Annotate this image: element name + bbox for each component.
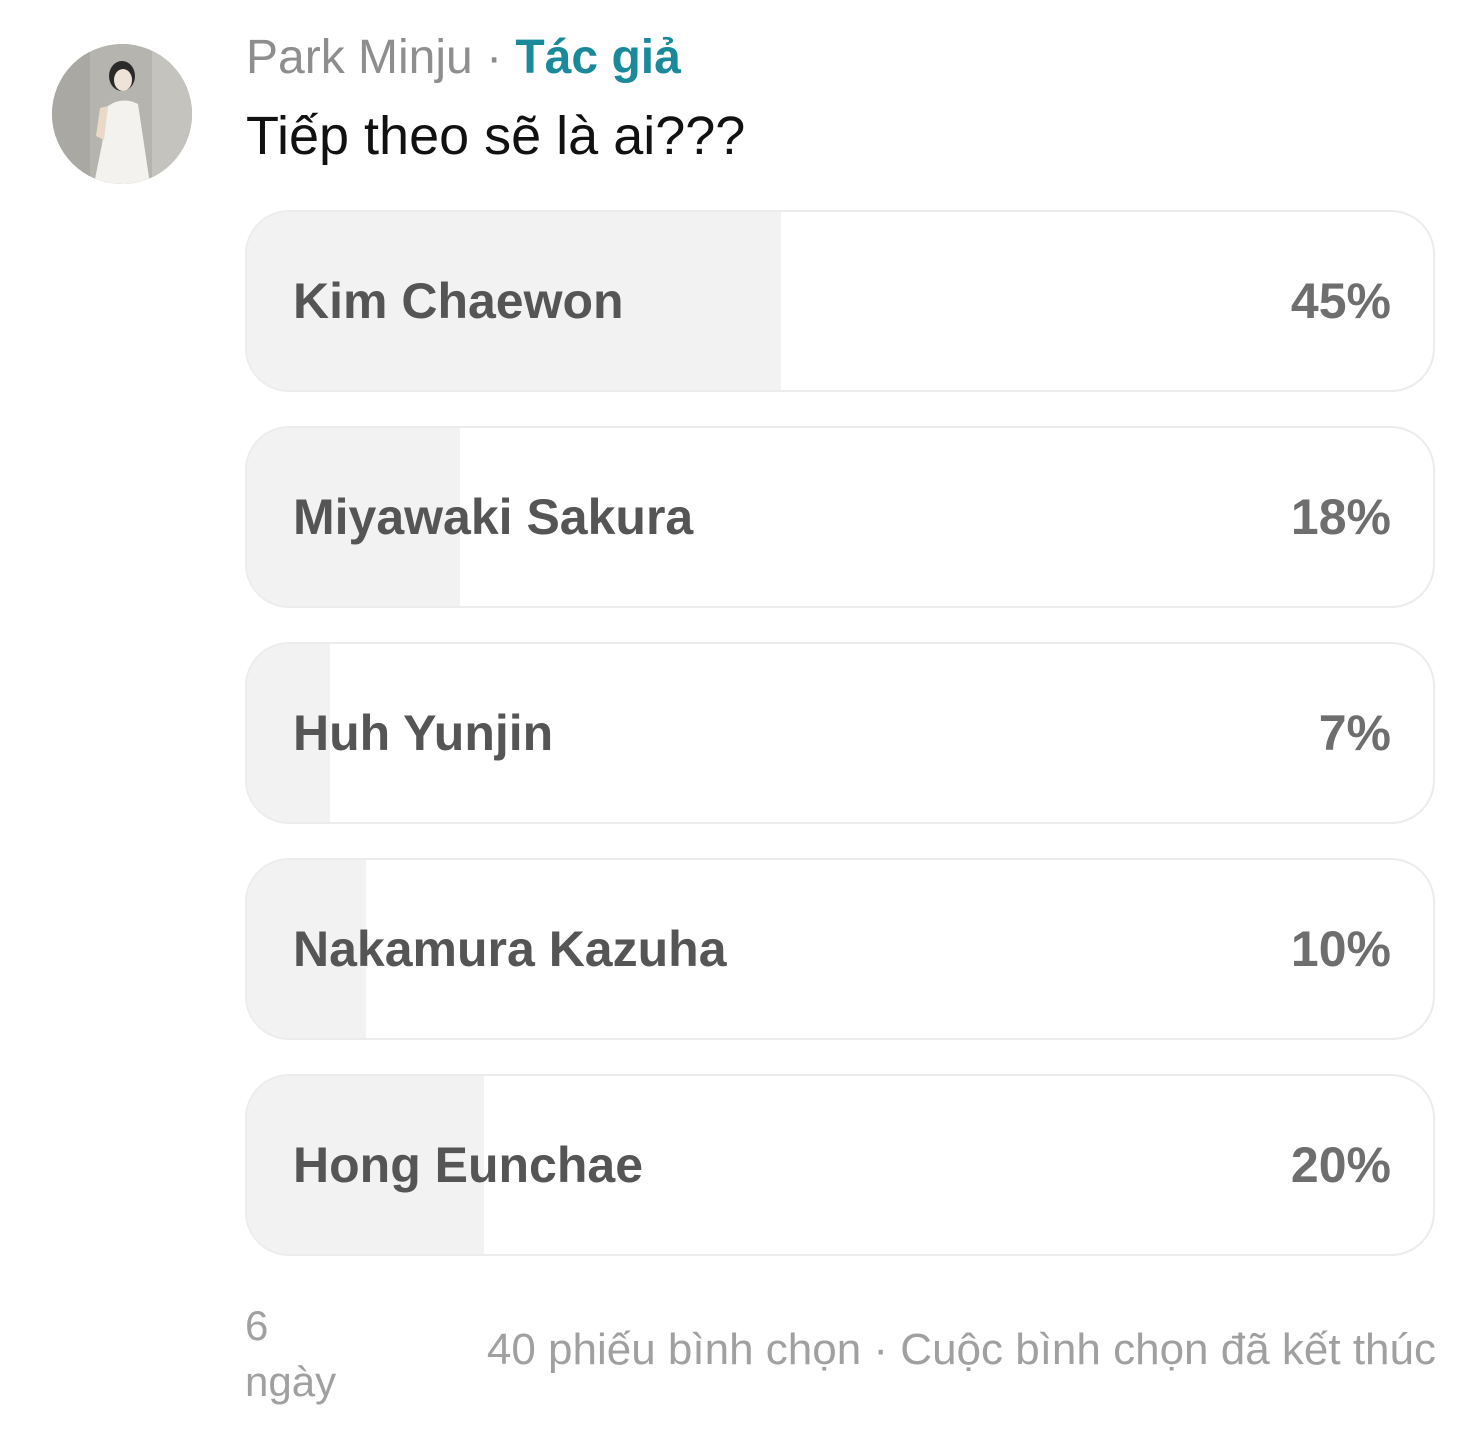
poll-option-percent: 10% xyxy=(1290,921,1391,977)
poll-option-percent: 20% xyxy=(1290,1137,1391,1193)
author-badge: Tác giả xyxy=(515,31,681,84)
header-separator: · xyxy=(486,31,503,84)
poll-option-percent: 7% xyxy=(1318,705,1391,761)
poll-option-percent: 45% xyxy=(1290,273,1391,329)
poll-summary: 40 phiếu bình chọn · Cuộc bình chọn đã k… xyxy=(486,1325,1436,1374)
author-name[interactable]: Park Minju xyxy=(246,31,473,84)
post-text: Tiếp theo sẽ là ai??? xyxy=(246,106,746,166)
poll-option[interactable]: Nakamura Kazuha 10% xyxy=(245,858,1435,1040)
post-header: Park Minju · Tác giả xyxy=(246,30,681,86)
poll-option[interactable]: Miyawaki Sakura 18% xyxy=(245,426,1435,608)
poll-option-label: Huh Yunjin xyxy=(293,705,554,761)
poll-option[interactable]: Kim Chaewon 45% xyxy=(245,210,1435,392)
poll-option[interactable]: Hong Eunchae 20% xyxy=(245,1074,1435,1256)
poll-option-label: Hong Eunchae xyxy=(293,1137,644,1193)
poll-option-label: Nakamura Kazuha xyxy=(293,921,727,977)
poll-option-percent: 18% xyxy=(1290,489,1391,545)
poll-option[interactable]: Huh Yunjin 7% xyxy=(245,642,1435,824)
poll-options: Kim Chaewon 45% Miyawaki Sakura 18% Huh … xyxy=(245,210,1435,1290)
poll-option-label: Miyawaki Sakura xyxy=(293,489,694,545)
author-avatar[interactable] xyxy=(52,44,192,184)
post-timestamp: 6 ngày xyxy=(245,1302,337,1405)
poll-option-label: Kim Chaewon xyxy=(293,273,624,329)
